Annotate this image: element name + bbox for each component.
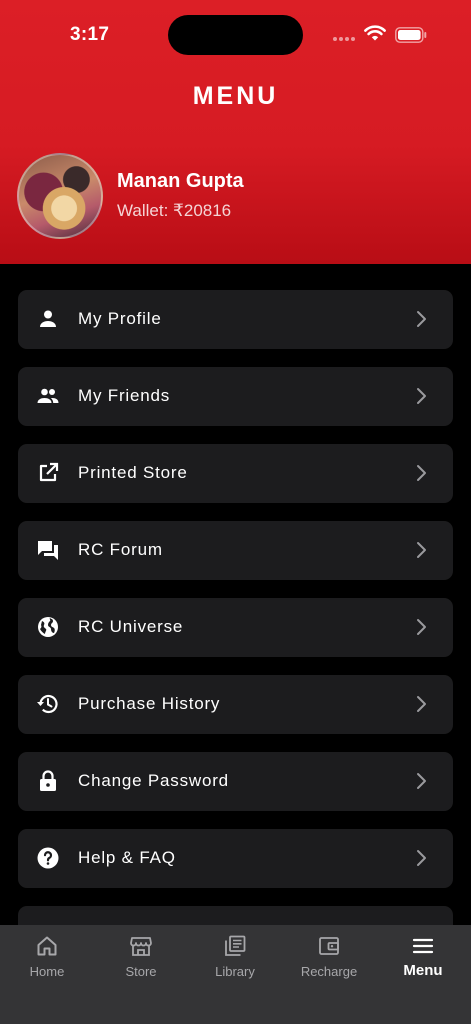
- wallet-balance: Wallet: ₹20816: [117, 201, 232, 220]
- external-link-icon: [39, 462, 59, 482]
- chevron-right-icon: [417, 465, 426, 481]
- menu-item-change-password[interactable]: Change Password: [18, 752, 453, 811]
- tab-label: Menu: [403, 962, 443, 979]
- menu-item-label: Purchase History: [78, 694, 221, 713]
- menu-item-label: RC Universe: [78, 617, 184, 636]
- chevron-right-icon: [417, 850, 426, 866]
- tab-library[interactable]: Library: [188, 925, 282, 985]
- menu-item-label: RC Forum: [78, 540, 163, 559]
- chevron-right-icon: [417, 696, 426, 712]
- menu-item-rc-forum[interactable]: RC Forum: [18, 521, 453, 580]
- menu-item-my-profile[interactable]: My Profile: [18, 290, 453, 349]
- menu-item-label: Help & FAQ: [78, 848, 176, 867]
- menu-item-rc-universe[interactable]: RC Universe: [18, 598, 453, 657]
- status-time: 3:17: [70, 24, 110, 45]
- people-icon: [37, 388, 59, 403]
- globe-icon: [38, 617, 58, 637]
- user-name: Manan Gupta: [117, 170, 244, 192]
- tab-store[interactable]: Store: [94, 925, 188, 985]
- bottom-tab-bar: Home Store Library Recharge Menu: [0, 925, 471, 1024]
- page-title: MENU: [192, 82, 279, 110]
- home-icon: [37, 936, 57, 956]
- wifi-icon: [364, 25, 386, 41]
- status-bar: 3:17: [0, 0, 471, 70]
- tab-label: Store: [125, 964, 157, 979]
- tab-label: Library: [215, 964, 255, 979]
- menu-header: 3:17 MENU Manan Gupta Wallet: ₹20816: [0, 0, 471, 264]
- menu-item-printed-store[interactable]: Printed Store: [18, 444, 453, 503]
- chevron-right-icon: [417, 542, 426, 558]
- history-icon: [37, 694, 58, 714]
- help-icon: [37, 847, 59, 869]
- library-icon: [225, 935, 246, 956]
- signal-icon: [333, 37, 355, 41]
- forum-icon: [38, 541, 58, 560]
- dynamic-island: [168, 15, 303, 55]
- menu-icon: [412, 938, 434, 954]
- store-icon: [130, 937, 152, 956]
- chevron-right-icon: [417, 311, 426, 327]
- avatar[interactable]: [17, 153, 103, 239]
- menu-item-purchase-history[interactable]: Purchase History: [18, 675, 453, 734]
- person-icon: [40, 310, 56, 327]
- tab-home[interactable]: Home: [0, 925, 94, 985]
- menu-item-my-friends[interactable]: My Friends: [18, 367, 453, 426]
- battery-icon: [395, 27, 427, 43]
- menu-item-label: My Friends: [78, 386, 171, 405]
- chevron-right-icon: [417, 619, 426, 635]
- tab-label: Home: [29, 964, 65, 979]
- lock-icon: [40, 770, 56, 791]
- wallet-icon: [319, 937, 339, 955]
- chevron-right-icon: [417, 773, 426, 789]
- menu-list: My Profile My Friends Printed Store RC F…: [18, 290, 453, 954]
- tab-recharge[interactable]: Recharge: [282, 925, 376, 985]
- menu-item-label: My Profile: [78, 309, 162, 328]
- menu-item-help-faq[interactable]: Help & FAQ: [18, 829, 453, 888]
- menu-item-label: Change Password: [78, 771, 229, 790]
- tab-label: Recharge: [300, 964, 358, 979]
- menu-item-label: Printed Store: [78, 463, 188, 482]
- tab-menu[interactable]: Menu: [376, 925, 470, 985]
- chevron-right-icon: [417, 388, 426, 404]
